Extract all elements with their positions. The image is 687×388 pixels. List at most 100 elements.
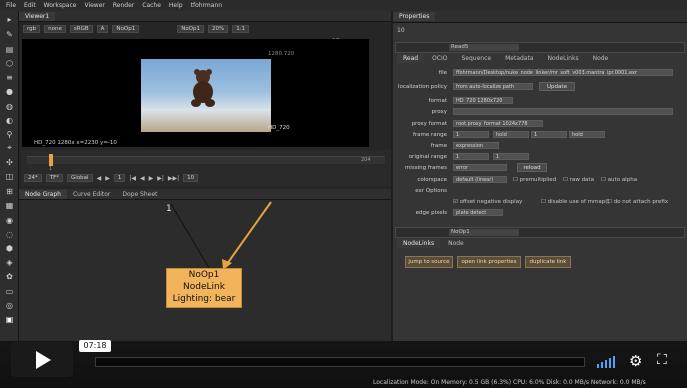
original-range-start[interactable]: 1 [453, 153, 489, 160]
proxy-field[interactable] [453, 108, 673, 115]
format-select[interactable]: HD_720 1280x720 [453, 97, 513, 104]
tab-noop-node[interactable]: Node [442, 239, 470, 248]
menu-user[interactable]: tfohrmann [191, 2, 222, 9]
colorspace-select[interactable]: sRGB [69, 25, 93, 33]
draw-icon[interactable]: ⬡ [4, 58, 15, 68]
time-icon[interactable]: ≡ [4, 72, 15, 82]
tab-properties[interactable]: Properties [393, 12, 436, 21]
offset-negative-checkbox[interactable]: ☑ offset negative display [453, 199, 522, 205]
playhead[interactable] [49, 154, 53, 166]
menu-file[interactable]: File [6, 2, 16, 9]
step-forward-icon[interactable]: ▶| [157, 175, 164, 182]
file-field[interactable]: ffohrmann/Desktop/nuke_node_linker/mr_so… [453, 69, 673, 76]
localization-select[interactable]: from auto-localize path [453, 83, 533, 90]
fps-field[interactable]: 24* [24, 174, 42, 182]
tab-nodelinks[interactable]: NodeLinks [542, 54, 585, 63]
disable-mmap-checkbox[interactable]: ☐ disable use of mmap() [541, 199, 610, 205]
play-icon[interactable]: ▶ [149, 175, 154, 182]
edge-pixels-select[interactable]: plate detect [453, 209, 503, 216]
particles-icon[interactable]: ◉ [4, 215, 15, 225]
skip-field[interactable]: 10 [183, 174, 199, 182]
furnace-icon[interactable]: ✿ [4, 271, 15, 281]
noop-node-name[interactable]: NoOp1 [449, 229, 519, 236]
prev-icon[interactable]: ◀ [97, 175, 102, 182]
paint-icon[interactable]: ✎ [4, 29, 15, 39]
frame-field[interactable]: 1 [113, 174, 126, 182]
global-select[interactable]: Global [67, 174, 93, 182]
update-button[interactable]: Update [539, 82, 575, 91]
views-icon[interactable]: ⊞ [4, 186, 15, 196]
tab-ocio[interactable]: OCIO [426, 54, 453, 63]
duplicate-link-button[interactable]: duplicate link [525, 256, 571, 268]
menu-edit[interactable]: Edit [24, 2, 36, 9]
filter-icon[interactable]: ◐ [4, 115, 15, 125]
colorspace-select[interactable]: default (linear) [453, 176, 507, 183]
raw-data-checkbox[interactable]: ☐ raw data [563, 177, 594, 183]
frame-range-end[interactable]: 1 [531, 131, 567, 138]
settings-icon[interactable]: ⚙ [629, 352, 642, 370]
tf-select[interactable]: TF* [45, 174, 64, 182]
toolsets-icon[interactable]: ⬢ [4, 243, 15, 253]
fullscreen-icon[interactable]: ⛶ [657, 352, 667, 368]
open-link-properties-button[interactable]: open link properties [457, 256, 521, 268]
other-icon[interactable]: ◈ [4, 257, 15, 267]
tab-viewer1[interactable]: Viewer1 [19, 11, 56, 21]
tab-noop-nodelinks[interactable]: NodeLinks [397, 239, 441, 248]
input-a-node-select[interactable]: NoOp1 [112, 25, 140, 33]
tab-read[interactable]: Read [397, 54, 425, 63]
premultiplied-checkbox[interactable]: ☐ premultiplied [513, 177, 556, 183]
tab-node-graph[interactable]: Node Graph [19, 189, 67, 199]
tab-node[interactable]: Node [587, 54, 615, 63]
color-icon[interactable]: ◍ [4, 101, 15, 111]
auto-alpha-checkbox[interactable]: ☐ auto alpha [601, 177, 637, 183]
metadata-icon[interactable]: ▦ [4, 200, 15, 210]
3d-icon[interactable]: ◫ [4, 171, 15, 181]
deep-icon[interactable]: ◌ [4, 229, 15, 239]
ratio-select[interactable]: 1:1 [232, 25, 250, 33]
video-progress-bar[interactable] [95, 357, 585, 367]
menu-cache[interactable]: Cache [142, 2, 161, 9]
tab-dope-sheet[interactable]: Dope Sheet [116, 190, 163, 199]
frame-range-mode-2[interactable]: hold [569, 131, 605, 138]
menu-viewer[interactable]: Viewer [84, 2, 104, 9]
menu-render[interactable]: Render [113, 2, 134, 9]
nodelink-icon[interactable]: ▣ [4, 314, 15, 324]
image-icon[interactable]: ▤ [4, 44, 15, 54]
python-icon[interactable]: ◎ [4, 300, 15, 310]
frame-mode-select[interactable]: expression [453, 142, 499, 149]
read-node-name[interactable]: Read5 [449, 44, 519, 51]
play-button[interactable] [11, 342, 73, 377]
proxy-format-select[interactable]: root.proxy_format 1024x778 [453, 120, 543, 127]
pointer-icon[interactable]: ▸ [4, 14, 15, 24]
jump-to-source-button[interactable]: jump to source [405, 256, 453, 268]
volume-icon[interactable] [596, 355, 618, 369]
transform-icon[interactable]: ✣ [4, 157, 15, 167]
next-icon[interactable]: ▶ [105, 175, 110, 182]
input-a-select[interactable]: A [96, 25, 109, 33]
reload-button[interactable]: reload [517, 163, 547, 172]
timeline-track[interactable] [27, 156, 385, 164]
frame-range-start[interactable]: 1 [453, 131, 489, 138]
frame-range-mode-1[interactable]: hold [493, 131, 529, 138]
tab-curve-editor[interactable]: Curve Editor [67, 190, 116, 199]
keyer-icon[interactable]: ⚲ [4, 129, 15, 139]
missing-frames-select[interactable]: error [453, 164, 507, 171]
properties-count[interactable]: 10 [397, 27, 405, 34]
step-back-icon[interactable]: |◀ [129, 175, 136, 182]
tab-sequence[interactable]: Sequence [455, 54, 497, 63]
merge-icon[interactable]: ⌖ [4, 143, 15, 153]
ocula-icon[interactable]: ▭ [4, 286, 15, 296]
alpha-select[interactable]: none [44, 25, 66, 33]
menu-workspace[interactable]: Workspace [44, 2, 77, 9]
jump-end-icon[interactable]: ▶▶| [168, 175, 179, 182]
play-back-icon[interactable]: ◀ [140, 175, 145, 182]
tab-metadata[interactable]: Metadata [499, 54, 539, 63]
no-prefix-checkbox[interactable]: ☐ do not attach prefix [607, 199, 668, 205]
zoom-select[interactable]: 20% [208, 25, 229, 33]
noop-node[interactable]: NoOp1 NodeLink Lighting: bear [166, 268, 242, 308]
channels-select[interactable]: rgb [23, 25, 41, 33]
input-b-node-select[interactable]: NoOp1 [177, 25, 205, 33]
menu-help[interactable]: Help [169, 2, 183, 9]
channel-icon[interactable]: ● [4, 86, 15, 96]
original-range-end[interactable]: 1 [493, 153, 529, 160]
